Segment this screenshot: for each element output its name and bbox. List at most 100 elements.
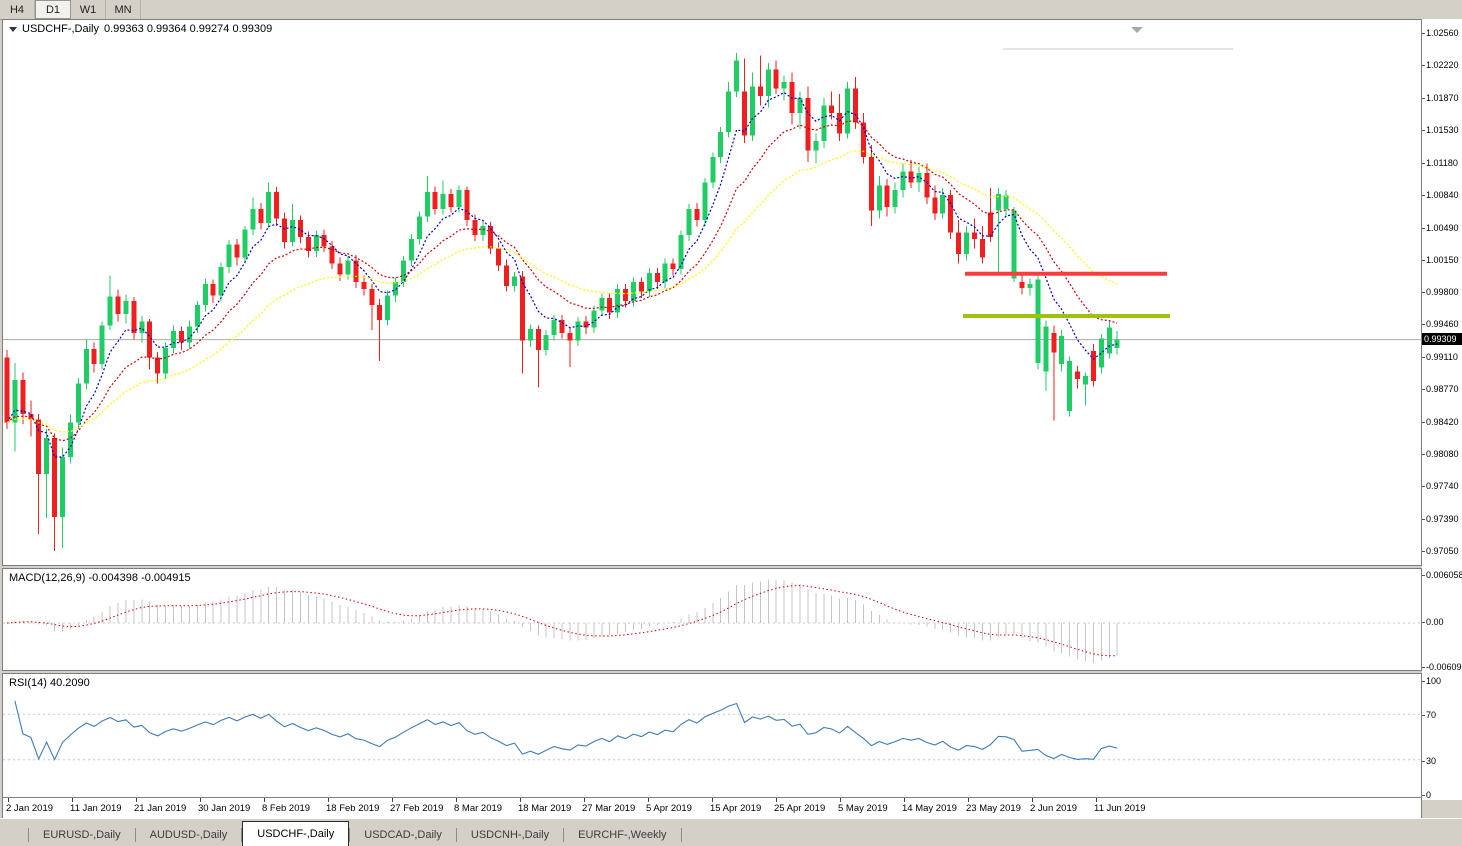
price-axis-label: 1.01180 [1426,158,1458,168]
candle-body [988,213,993,237]
tab-usdchf-daily[interactable]: USDCHF-,Daily [242,821,349,846]
candle-body [544,335,549,350]
date-axis-tick [72,798,73,802]
candle-body [393,282,398,295]
candle-body [116,296,121,314]
price-axis-label: 1.02220 [1426,60,1459,70]
candle-body [774,70,779,89]
price-axis-label: 1.01870 [1426,93,1459,103]
date-axis-tick [200,798,201,802]
candle-body [623,289,628,301]
candle-body [829,105,834,113]
date-axis-label: 5 May 2019 [838,803,888,814]
candle-body [885,185,890,207]
candle-body [560,320,565,333]
candle-body [837,113,842,134]
candle-body [219,267,224,295]
candle-body [909,171,914,182]
candle-body [457,190,462,207]
price-axis-label: 1.00150 [1426,255,1459,265]
candle-body [1067,361,1072,411]
timeframe-button-w1[interactable]: W1 [71,0,106,19]
candle-body [20,380,25,414]
chart-shift-icon[interactable] [1131,27,1143,33]
timeframe-button-mn[interactable]: MN [106,0,141,19]
candle-body [290,220,295,242]
price-axis-label: 1.01530 [1426,125,1459,135]
date-axis-tick [1032,798,1033,802]
date-axis-label: 25 Apr 2019 [774,803,825,814]
main-chart-legend: USDCHF-,Daily 0.99363 0.99364 0.99274 0.… [9,23,272,35]
candle-body [242,230,247,258]
candle-body [798,98,803,113]
macd-label: MACD(12,26,9) -0.004398 -0.004915 [9,572,191,584]
candle-body [258,209,263,223]
candle-body [1012,211,1017,279]
date-axis-label: 8 Feb 2019 [262,803,310,814]
ohlc-values: 0.99363 0.99364 0.99274 0.99309 [104,23,272,35]
price-chart-canvas[interactable] [3,20,1423,565]
price-axis-label: 0.99460 [1426,319,1459,329]
date-axis-tick [456,798,457,802]
main-chart-panel[interactable]: USDCHF-,Daily 0.99363 0.99364 0.99274 0.… [2,19,1422,566]
candle-body [1051,333,1056,353]
ma-fast-blue [7,93,1117,458]
tab-usdcnh-daily[interactable]: USDCNH-,Daily [457,824,563,846]
candle-body [131,301,136,333]
date-axis-label: 2 Jun 2019 [1030,803,1077,814]
price-axis-label: 0.97050 [1426,546,1459,556]
tab-eurchf-weekly[interactable]: EURCHF-,Weekly [564,824,680,846]
macd-axis-label: 0.006058 [1426,570,1462,580]
tab-usdcad-daily[interactable]: USDCAD-,Daily [350,824,456,846]
candle-body [679,235,684,269]
date-axis-tick [264,798,265,802]
candle-body [734,60,739,91]
candle-body [250,209,255,230]
date-axis-tick [776,798,777,802]
candle-body [84,349,89,384]
candle-body [92,349,97,364]
candle-body [123,301,128,314]
date-axis-label: 27 Feb 2019 [390,803,443,814]
candle-body [948,195,953,233]
date-axis-tick [328,798,329,802]
symbol-dropdown-icon[interactable] [9,27,17,32]
candle-body [750,87,755,136]
candle-body [940,195,945,214]
candle-body [100,325,105,364]
candle-body [314,235,319,251]
timeframe-button-d1[interactable]: D1 [35,0,71,19]
date-axis-tick [520,798,521,802]
symbol-label: USDCHF-,Daily [22,23,99,35]
candle-body [591,310,596,327]
timeframe-button-h4[interactable]: H4 [0,0,35,19]
candle-body [924,173,929,197]
candle-body [195,305,200,327]
candle-body [5,357,10,422]
candle-body [813,141,818,150]
rsi-panel[interactable]: RSI(14) 40.2090 [2,673,1422,798]
candle-body [536,329,541,350]
candle-body [520,277,525,341]
date-axis-label: 18 Mar 2019 [518,803,571,814]
candle-body [694,209,699,220]
candle-body [932,198,937,214]
macd-panel[interactable]: MACD(12,26,9) -0.004398 -0.004915 [2,568,1422,671]
date-axis-label: 30 Jan 2019 [198,803,250,814]
macd-legend: MACD(12,26,9) -0.004398 -0.004915 [9,572,191,584]
candle-body [449,194,454,207]
rsi-axis-label: 30 [1426,756,1436,766]
tab-eurusd-daily[interactable]: EURUSD-,Daily [29,824,135,846]
tab-audusd-daily[interactable]: AUDUSD-,Daily [136,824,242,846]
date-axis-tick [136,798,137,802]
rsi-label: RSI(14) 40.2090 [9,677,90,689]
price-axis-label: 0.97390 [1426,514,1459,524]
candle-body [211,284,216,295]
rsi-line [15,701,1117,760]
candle-body [496,248,501,265]
candle-body [1107,327,1112,353]
candle-body [322,235,327,246]
candle-body [1004,196,1009,209]
date-axis-tick [648,798,649,802]
date-axis-label: 21 Jan 2019 [134,803,186,814]
